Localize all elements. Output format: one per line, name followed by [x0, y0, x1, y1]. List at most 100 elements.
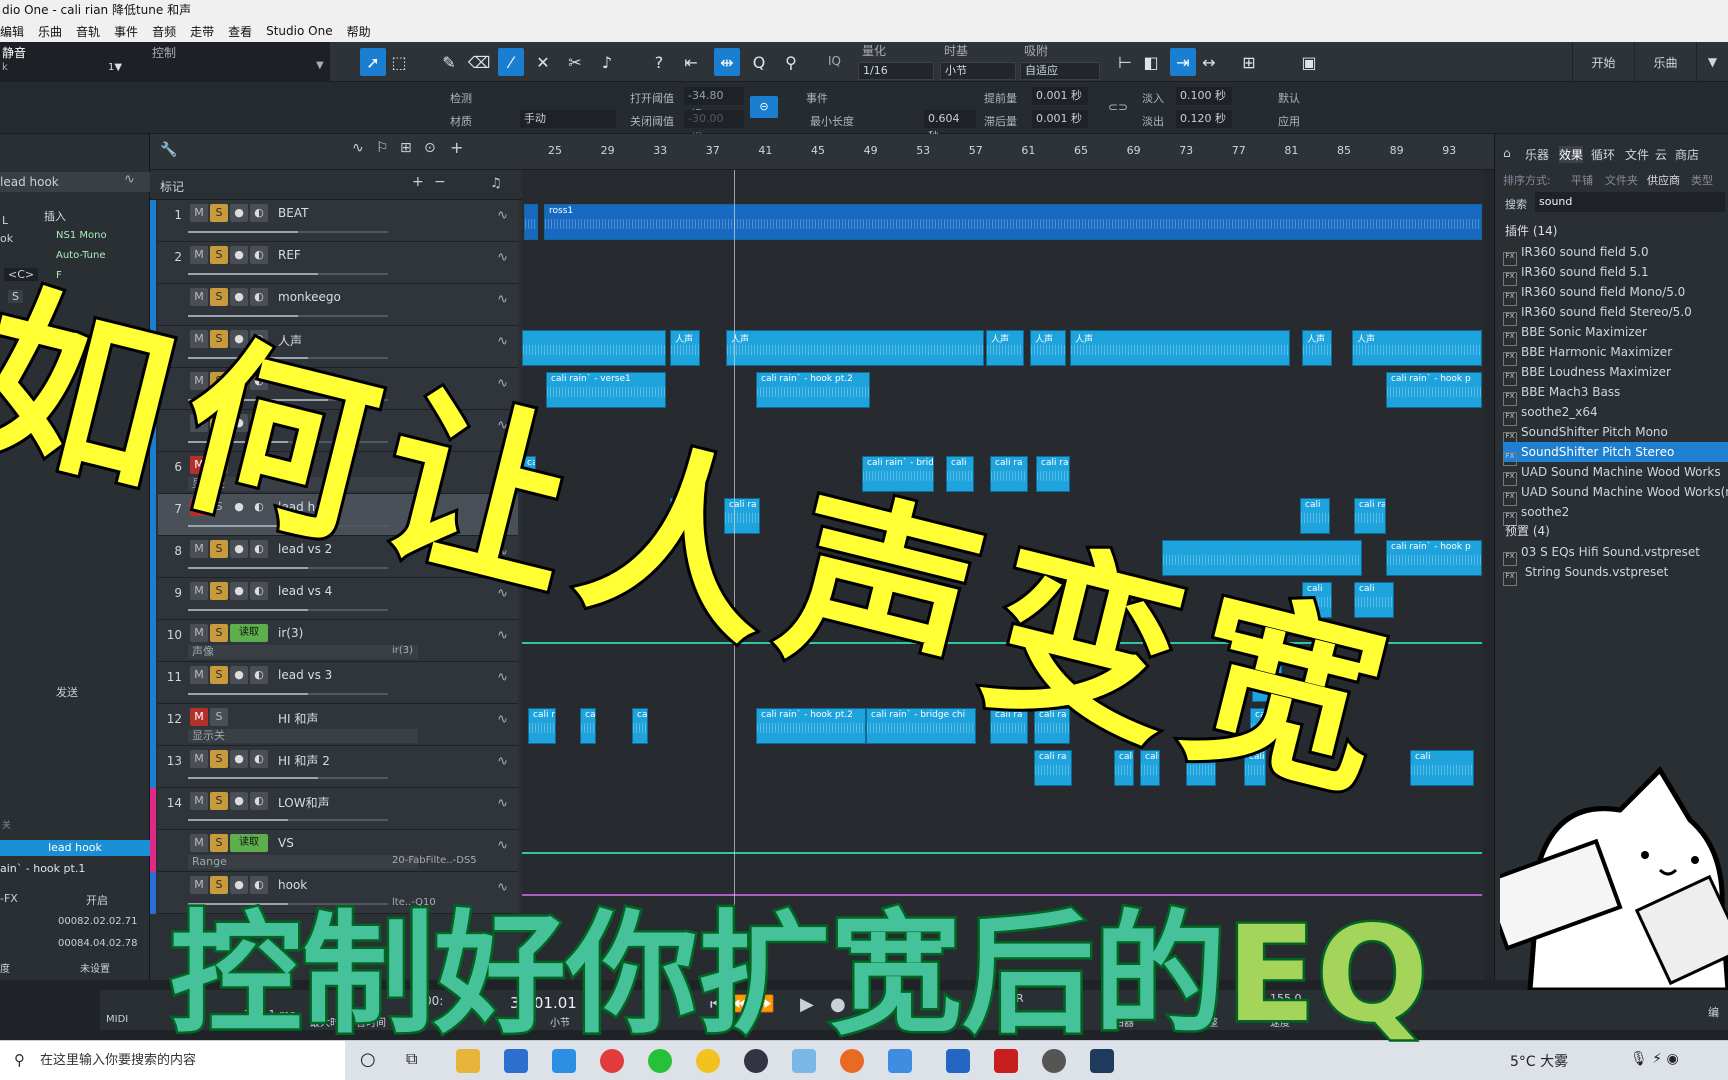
audio-clip[interactable]: cali [1410, 750, 1474, 786]
monitor-button[interactable]: ◐ [250, 666, 268, 684]
preset-item-0[interactable]: FX 03 S EQs Hifi Sound.vstpreset [1503, 542, 1728, 566]
end-pos[interactable]: 00084.04.02.78 [58, 938, 138, 949]
volume-fader[interactable] [188, 609, 388, 611]
arrow-tool-icon[interactable]: ➚ [360, 48, 386, 76]
apply-button[interactable]: 应用 [1278, 113, 1300, 129]
clock-icon[interactable]: ⊙ [424, 140, 436, 156]
volume-fader[interactable] [188, 693, 388, 695]
mute-button[interactable]: M [190, 582, 208, 600]
presets-header[interactable]: 预置 (4) [1505, 522, 1550, 539]
dropdown-arrow-icon[interactable]: ▼ [316, 60, 324, 71]
follow-icon[interactable]: ⇥ [1170, 48, 1196, 76]
record-arm-button[interactable]: ● [230, 246, 248, 264]
track-name[interactable]: lead vs 3 [278, 668, 332, 682]
automation-read-button[interactable]: 读取 [230, 624, 268, 642]
automation-curve[interactable] [522, 852, 1482, 854]
wrench-icon[interactable]: 🔧 [160, 142, 177, 158]
mute-button[interactable]: M [190, 750, 208, 768]
note-icon[interactable]: ♫ [490, 176, 502, 191]
home-icon[interactable]: ⌂ [1503, 146, 1511, 160]
timebase-select[interactable]: 小节 [940, 62, 1016, 80]
tab-loops[interactable]: 循环 [1591, 146, 1615, 163]
menu-edit[interactable]: 编辑 [0, 23, 24, 40]
monitor-button[interactable]: ◐ [250, 204, 268, 222]
automation-read-button[interactable]: 读取 [230, 834, 268, 852]
split-tool-icon[interactable]: ✂ [562, 48, 588, 76]
plugin-item[interactable]: FX BBE Harmonic Maximizer [1503, 342, 1728, 366]
add-track-icon[interactable]: + [450, 138, 463, 157]
plugin-item[interactable]: FX soothe2_x64 [1503, 402, 1728, 426]
waveform-icon[interactable]: ∿ [497, 670, 508, 685]
material-select[interactable]: 手动 [520, 110, 616, 128]
solo-button[interactable]: S [210, 582, 228, 600]
plugin-item[interactable]: FX soothe2 [1503, 502, 1728, 526]
menu-event[interactable]: 事件 [114, 23, 138, 40]
audio-clip[interactable]: cali [580, 708, 596, 744]
plugin-item[interactable]: FX BBE Mach3 Bass [1503, 382, 1728, 406]
track-automation-select[interactable]: 显示关 [188, 729, 418, 743]
waveform-icon[interactable]: ∿ [497, 754, 508, 769]
left-value[interactable]: 1▼ [108, 62, 122, 73]
menu-transport[interactable]: 走带 [190, 23, 214, 40]
default-button[interactable]: 默认 [1278, 90, 1300, 106]
tab-effects[interactable]: 效果 [1559, 146, 1584, 163]
audio-clip[interactable]: ross1 [544, 204, 1482, 240]
audio-clip[interactable]: cali r [528, 708, 556, 744]
menu-view[interactable]: 查看 [228, 23, 252, 40]
vertical-scrollbar[interactable] [1484, 170, 1494, 980]
snap-left-icon[interactable]: ⇤ [678, 48, 704, 76]
waveform-icon[interactable]: ∿ [497, 796, 508, 811]
track-row[interactable]: 1 M S ● ◐ BEAT ∿ [150, 200, 518, 242]
track-name[interactable]: LOW和声 [278, 794, 330, 811]
edit-label[interactable]: 编 [1708, 1004, 1719, 1020]
record-arm-button[interactable]: ● [230, 582, 248, 600]
track-name[interactable]: ir(3) [278, 626, 303, 640]
weather-text[interactable]: 5°C 大雾 [1510, 1051, 1568, 1071]
insert-label[interactable]: 插入 [44, 208, 66, 224]
quantize-select[interactable]: 1/16 [858, 62, 934, 80]
mute-tool-icon[interactable]: ✕ [530, 48, 556, 76]
monitor-button[interactable]: ◐ [250, 246, 268, 264]
menu-studio-one[interactable]: Studio One [266, 24, 332, 38]
help-icon[interactable]: ? [646, 48, 672, 76]
marker-flag-icon[interactable]: ⚐ [376, 140, 389, 156]
waveform-icon[interactable]: ∿ [497, 628, 508, 643]
record-arm-button[interactable]: ● [230, 750, 248, 768]
waveform-icon[interactable]: ∿ [497, 292, 508, 307]
audio-clip[interactable]: cali rain` - hook p [1386, 372, 1482, 408]
layer-icon[interactable]: ◧ [1138, 48, 1164, 76]
fadeout-value[interactable]: 0.120 秒 [1176, 110, 1232, 128]
menu-song[interactable]: 乐曲 [38, 23, 62, 40]
record-arm-button[interactable]: ● [230, 666, 248, 684]
mute-button[interactable]: M [190, 666, 208, 684]
search-input[interactable]: sound [1535, 192, 1725, 212]
track-row[interactable]: 14 M S ● ◐ LOW和声 ∿ [150, 788, 518, 830]
record-arm-button[interactable]: ● [230, 792, 248, 810]
audio-clip[interactable]: 人声 [726, 330, 984, 366]
sort-type[interactable]: 类型 [1691, 172, 1713, 188]
solo-button[interactable]: S [210, 792, 228, 810]
solo-button[interactable]: S [210, 750, 228, 768]
link-fade-icon[interactable]: ⊂⊃ [1108, 100, 1128, 114]
snap-both-icon[interactable]: ⇹ [714, 48, 740, 76]
mute-button[interactable]: M [190, 204, 208, 222]
post-value[interactable]: 0.001 秒 [1032, 110, 1088, 128]
link-threshold-icon[interactable]: ⊝ [750, 96, 778, 118]
sort-flat[interactable]: 平铺 [1571, 172, 1593, 188]
solo-button[interactable]: S [210, 204, 228, 222]
track-row[interactable]: M S 读取 VS Range 20-FabFilte..-DS5 ∿ [150, 830, 518, 872]
waveform-icon[interactable]: ∿ [497, 208, 508, 223]
menu-audio[interactable]: 音频 [152, 23, 176, 40]
plugins-header[interactable]: 插件 (14) [1505, 222, 1557, 239]
pre-value[interactable]: 0.001 秒 [1032, 87, 1088, 105]
plugin-item[interactable]: FX IR360 sound field 5.0 [1503, 242, 1728, 266]
audio-clip[interactable]: 人声 [1302, 330, 1332, 366]
track-name[interactable]: REF [278, 248, 301, 262]
plugin-item[interactable]: FX UAD Sound Machine Wood Works [1503, 462, 1728, 486]
audio-clip[interactable]: 人声 [1352, 330, 1482, 366]
track-name[interactable]: BEAT [278, 206, 308, 220]
tab-instruments[interactable]: 乐器 [1525, 146, 1549, 163]
sort-folder[interactable]: 文件夹 [1605, 172, 1638, 188]
waveform-icon[interactable]: ∿ [497, 838, 508, 853]
waveform-icon[interactable]: ∿ [497, 250, 508, 265]
